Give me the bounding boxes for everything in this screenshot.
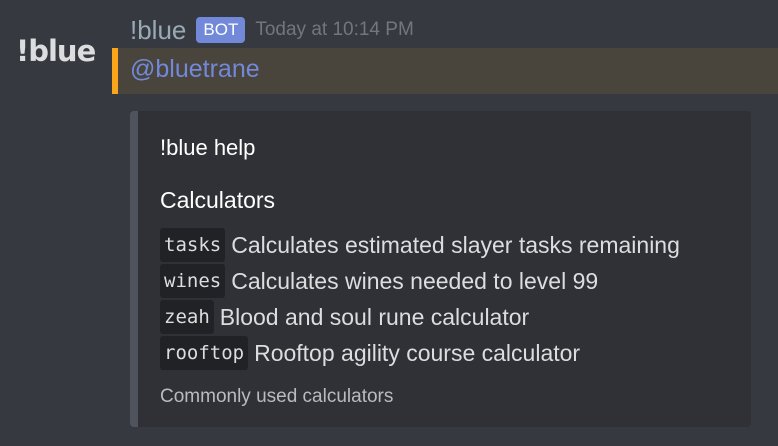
command-code: rooftop: [160, 336, 249, 370]
message-header: !blue BOT Today at 10:14 PM: [130, 14, 414, 46]
bot-badge: BOT: [196, 17, 246, 43]
command-code: zeah: [160, 300, 214, 334]
help-embed: !blue help Calculators tasks Calculates …: [130, 111, 751, 427]
command-description: Rooftop agility course calculator: [254, 339, 581, 366]
chat-message: !blue !blue BOT Today at 10:14 PM @bluet…: [0, 0, 778, 446]
command-description: Blood and soul rune calculator: [219, 303, 530, 330]
embed-field-name: Calculators: [160, 187, 276, 213]
bot-avatar[interactable]: !blue: [16, 34, 96, 68]
command-row: tasks Calculates estimated slayer tasks …: [160, 227, 680, 263]
user-mention[interactable]: @bluetrane: [130, 55, 260, 84]
command-description: Calculates wines needed to level 99: [231, 267, 599, 294]
embed-footer: Commonly used calculators: [160, 386, 394, 407]
command-row: wines Calculates wines needed to level 9…: [160, 263, 598, 299]
command-description: Calculates estimated slayer tasks remain…: [231, 231, 680, 258]
command-row: zeah Blood and soul rune calculator: [160, 299, 529, 335]
command-row: rooftop Rooftop agility course calculato…: [160, 335, 580, 371]
message-timestamp[interactable]: Today at 10:14 PM: [255, 19, 413, 41]
command-code: wines: [160, 264, 226, 298]
author-username[interactable]: !blue: [130, 15, 186, 46]
embed-title: !blue help: [160, 135, 256, 160]
command-code: tasks: [160, 228, 226, 262]
